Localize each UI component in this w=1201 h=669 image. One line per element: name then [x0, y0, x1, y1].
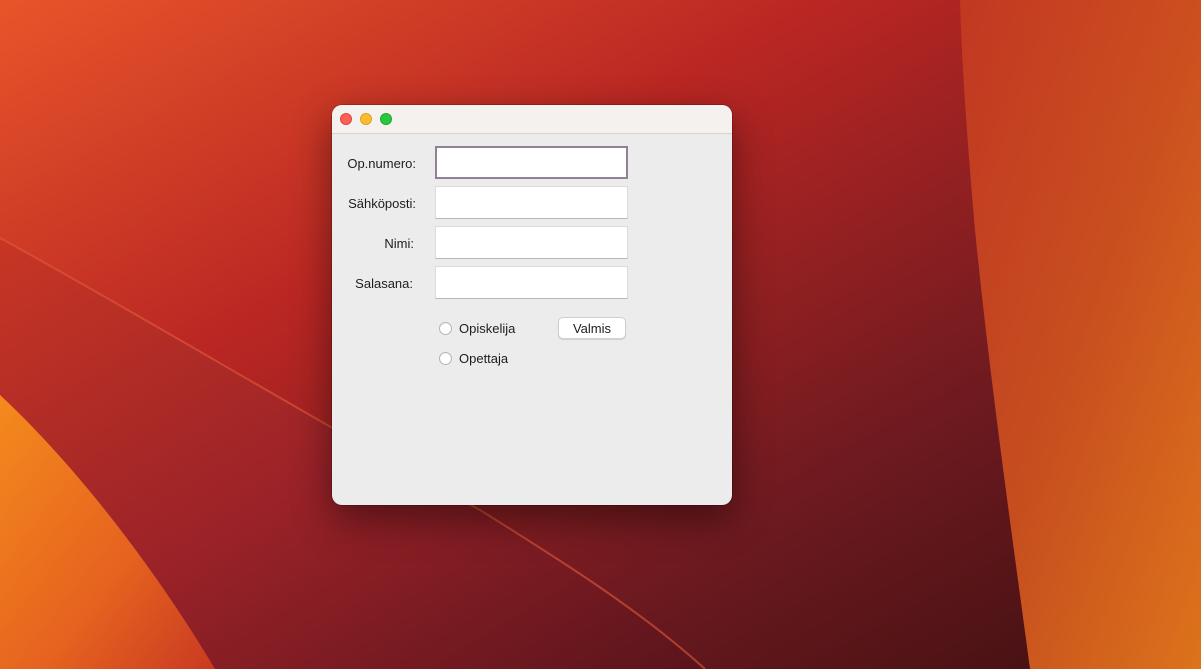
student-radio-option[interactable]: Opiskelija: [439, 320, 515, 336]
email-field[interactable]: [435, 186, 628, 219]
password-field[interactable]: [435, 266, 628, 299]
name-field[interactable]: [435, 226, 628, 259]
teacher-radio-option[interactable]: Opettaja: [439, 350, 508, 366]
student-radio-label[interactable]: Opiskelija: [459, 321, 515, 336]
minimize-icon[interactable]: [360, 113, 372, 125]
password-label: Salasana:: [355, 276, 413, 291]
teacher-radio-label[interactable]: Opettaja: [459, 351, 508, 366]
student-number-label: Op.numero:: [347, 156, 416, 171]
close-icon[interactable]: [340, 113, 352, 125]
email-label: Sähköposti:: [348, 196, 416, 211]
student-radio-button[interactable]: [439, 321, 452, 335]
app-window: Op.numero: Sähköposti: Nimi: Salasana: O…: [332, 105, 732, 505]
zoom-icon[interactable]: [380, 113, 392, 125]
done-button[interactable]: Valmis: [558, 317, 626, 339]
window-titlebar: [332, 105, 732, 134]
student-number-field[interactable]: [435, 146, 628, 179]
teacher-radio-button[interactable]: [439, 351, 452, 365]
name-label: Nimi:: [384, 236, 414, 251]
